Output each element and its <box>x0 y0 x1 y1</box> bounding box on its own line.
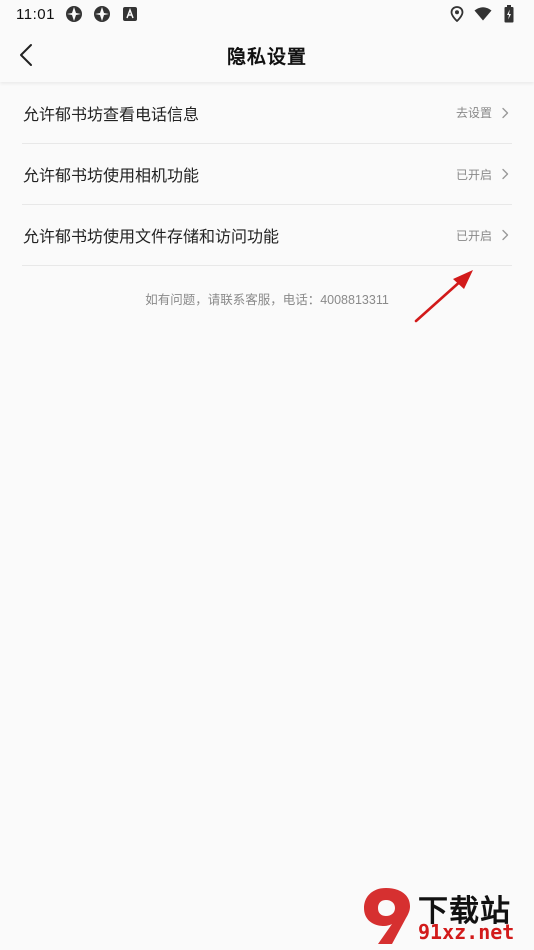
location-icon <box>448 5 466 23</box>
app-header: 隐私设置 <box>0 28 534 82</box>
chevron-right-icon <box>502 168 509 180</box>
setting-right: 去设置 <box>456 104 512 121</box>
status-bar: 11:01 <box>0 0 534 28</box>
watermark: 下载站 91xz.net <box>358 884 528 946</box>
status-right <box>448 5 518 23</box>
setting-label: 允许郁书坊使用文件存储和访问功能 <box>23 229 280 246</box>
setting-row-camera[interactable]: 允许郁书坊使用相机功能 已开启 <box>22 144 512 205</box>
watermark-text-bottom: 91xz.net <box>418 920 515 944</box>
back-button[interactable] <box>10 38 42 72</box>
watermark-logo-icon <box>364 888 410 944</box>
page-title: 隐私设置 <box>226 46 307 68</box>
status-time: 11:01 <box>16 5 55 23</box>
setting-label: 允许郁书坊查看电话信息 <box>23 106 200 124</box>
setting-right: 已开启 <box>456 227 512 244</box>
setting-label: 允许郁书坊使用相机功能 <box>23 168 200 185</box>
status-left: 11:01 <box>16 5 139 23</box>
setting-row-file-storage[interactable]: 允许郁书坊使用文件存储和访问功能 已开启 <box>22 205 512 266</box>
notification-icon <box>121 5 139 23</box>
setting-right: 已开启 <box>456 166 512 183</box>
app-icon <box>65 5 83 23</box>
wifi-icon <box>474 5 492 23</box>
red-arrow-annotation <box>414 270 473 323</box>
chevron-left-icon <box>20 44 32 66</box>
settings-list: 允许郁书坊查看电话信息 去设置 允许郁书坊使用相机功能 已开启 允许郁书坊使用文… <box>22 82 512 266</box>
setting-status: 已开启 <box>455 228 492 243</box>
chevron-right-icon <box>502 107 509 118</box>
chevron-right-icon <box>502 229 509 241</box>
setting-status: 去设置 <box>455 106 492 120</box>
app-icon <box>93 5 111 23</box>
setting-row-phone-info[interactable]: 允许郁书坊查看电话信息 去设置 <box>22 82 512 144</box>
setting-status: 已开启 <box>455 167 492 182</box>
battery-icon <box>500 5 518 23</box>
